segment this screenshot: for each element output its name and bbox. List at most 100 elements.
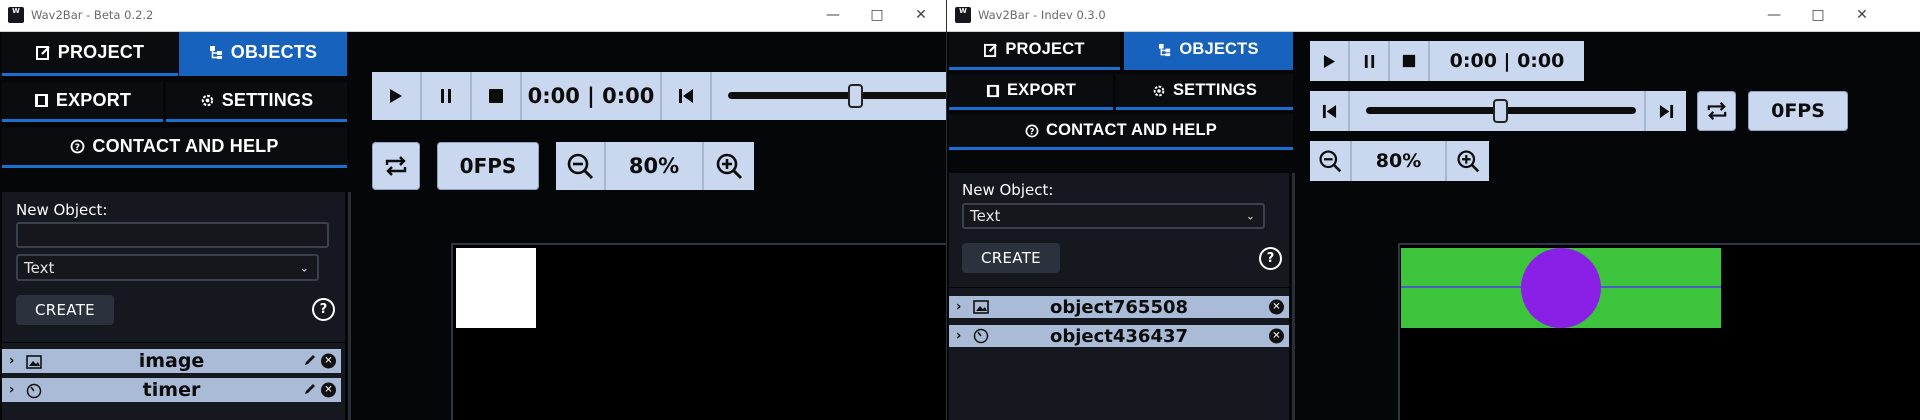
- delete-icon[interactable]: ✕: [1269, 328, 1284, 344]
- list-item[interactable]: › image ✕: [2, 349, 341, 373]
- play-button[interactable]: [372, 72, 422, 120]
- fps-display: 0FPS: [437, 142, 539, 190]
- stop-button[interactable]: [472, 72, 522, 120]
- object-type-value: Text: [24, 258, 55, 277]
- project-icon: [984, 43, 998, 57]
- zoom-controls: 80%: [1310, 141, 1489, 181]
- panel-divider[interactable]: [1292, 173, 1295, 420]
- zoom-in-button[interactable]: [704, 142, 754, 190]
- timeline-thumb[interactable]: [848, 84, 863, 108]
- skip-back-button[interactable]: [662, 72, 712, 120]
- tab-contact-and-help[interactable]: ? CONTACT AND HELP: [949, 114, 1293, 150]
- list-item[interactable]: › object765508 ✕: [949, 296, 1289, 318]
- close-icon[interactable]: ✕: [1851, 5, 1873, 25]
- zoom-out-icon: [1319, 150, 1342, 173]
- delete-icon[interactable]: ✕: [321, 382, 336, 398]
- zoom-in-button[interactable]: [1447, 141, 1489, 181]
- maximize-icon[interactable]: □: [1807, 5, 1829, 25]
- app-logo-icon: W: [955, 7, 971, 23]
- stop-icon: [1402, 54, 1416, 68]
- playback-controls: 0:00 | 0:00: [372, 72, 946, 120]
- tab-objects[interactable]: OBJECTS: [1124, 32, 1293, 70]
- time-text: 0:00 | 0:00: [527, 84, 655, 108]
- minimize-icon[interactable]: —: [822, 5, 844, 25]
- object-type-select[interactable]: Text ⌄: [16, 254, 319, 281]
- screen-canvas[interactable]: [1398, 243, 1920, 420]
- gear-icon: [200, 93, 215, 108]
- pencil-icon[interactable]: [303, 379, 317, 401]
- tab-label: EXPORT: [1006, 81, 1077, 99]
- new-object-name-input[interactable]: [16, 222, 329, 248]
- pencil-icon[interactable]: [303, 350, 317, 372]
- play-icon: [1323, 54, 1335, 68]
- help-circle-icon: ?: [70, 139, 85, 154]
- object-name: image: [138, 350, 205, 372]
- tab-export[interactable]: EXPORT: [2, 82, 163, 122]
- create-button[interactable]: CREATE: [16, 295, 114, 325]
- list-item[interactable]: › object436437 ✕: [949, 325, 1289, 347]
- new-object-label: New Object:: [962, 181, 1054, 199]
- loop-icon: [1707, 102, 1726, 120]
- panel-divider[interactable]: [348, 192, 351, 420]
- zoom-out-icon: [567, 153, 594, 180]
- fps-text: 0FPS: [459, 154, 517, 178]
- tab-settings[interactable]: SETTINGS: [166, 82, 347, 122]
- timeline-area: [712, 72, 946, 120]
- skip-forward-icon: [1659, 104, 1673, 118]
- loop-button[interactable]: [1697, 91, 1736, 131]
- pause-icon: [441, 89, 451, 103]
- minimize-icon[interactable]: —: [1763, 5, 1785, 25]
- skip-back-button[interactable]: [1310, 91, 1350, 131]
- time-display: 0:00 | 0:00: [1430, 41, 1584, 81]
- stop-icon: [489, 89, 503, 103]
- pause-button[interactable]: [422, 72, 472, 120]
- pause-icon: [1364, 54, 1374, 68]
- play-icon: [390, 89, 402, 103]
- list-item[interactable]: › timer ✕: [2, 378, 341, 402]
- zoom-in-icon: [1457, 150, 1480, 173]
- circle-shape[interactable]: [1521, 248, 1601, 328]
- stop-button[interactable]: [1390, 41, 1430, 81]
- maximize-icon[interactable]: □: [866, 5, 888, 25]
- close-icon[interactable]: ✕: [910, 5, 932, 25]
- pause-button[interactable]: [1350, 41, 1390, 81]
- film-icon: [34, 93, 49, 108]
- skip-back-icon: [1322, 104, 1336, 118]
- tab-export[interactable]: EXPORT: [949, 74, 1113, 110]
- zoom-out-button[interactable]: [1310, 141, 1352, 181]
- tab-objects[interactable]: OBJECTS: [179, 32, 347, 76]
- loop-button[interactable]: [372, 142, 420, 190]
- timeline-thumb[interactable]: [1493, 99, 1508, 123]
- tab-project[interactable]: PROJECT: [2, 32, 178, 76]
- chevron-down-icon: ⌄: [1245, 209, 1255, 223]
- help-icon[interactable]: ?: [1259, 247, 1282, 270]
- play-button[interactable]: [1310, 41, 1350, 81]
- tab-label: PROJECT: [1005, 40, 1085, 58]
- screen-canvas[interactable]: [451, 243, 946, 420]
- fps-text: 0FPS: [1771, 100, 1825, 122]
- window-title: Wav2Bar - Indev 0.3.0: [978, 8, 1106, 22]
- svg-text:?: ?: [75, 143, 80, 153]
- tab-project[interactable]: PROJECT: [949, 32, 1120, 70]
- zoom-text: 80%: [628, 154, 680, 178]
- delete-icon[interactable]: ✕: [321, 353, 336, 369]
- tab-label: SETTINGS: [221, 90, 314, 110]
- zoom-out-button[interactable]: [556, 142, 606, 190]
- object-type-select[interactable]: Text ⌄: [962, 203, 1265, 229]
- zoom-level: 80%: [606, 142, 704, 190]
- time-display: 0:00 | 0:00: [522, 72, 662, 120]
- app-logo-icon: W: [8, 7, 24, 23]
- titlebar-right: W Wav2Bar - Indev 0.3.0 — □ ✕: [947, 0, 1920, 32]
- image-object[interactable]: [456, 248, 536, 328]
- tab-label: OBJECTS: [230, 42, 318, 62]
- titlebar-left: W Wav2Bar - Beta 0.2.2 — □ ✕: [0, 0, 946, 32]
- tab-contact-and-help[interactable]: ? CONTACT AND HELP: [2, 128, 347, 168]
- window-left: W Wav2Bar - Beta 0.2.2 — □ ✕ PROJECT OBJ…: [0, 0, 946, 420]
- skip-forward-button[interactable]: [1646, 91, 1686, 131]
- tab-settings[interactable]: SETTINGS: [1116, 74, 1293, 110]
- timeline-track[interactable]: [728, 92, 946, 99]
- skip-back-icon: [679, 89, 693, 103]
- create-button[interactable]: CREATE: [962, 243, 1060, 273]
- help-icon[interactable]: ?: [312, 298, 335, 321]
- delete-icon[interactable]: ✕: [1269, 299, 1284, 315]
